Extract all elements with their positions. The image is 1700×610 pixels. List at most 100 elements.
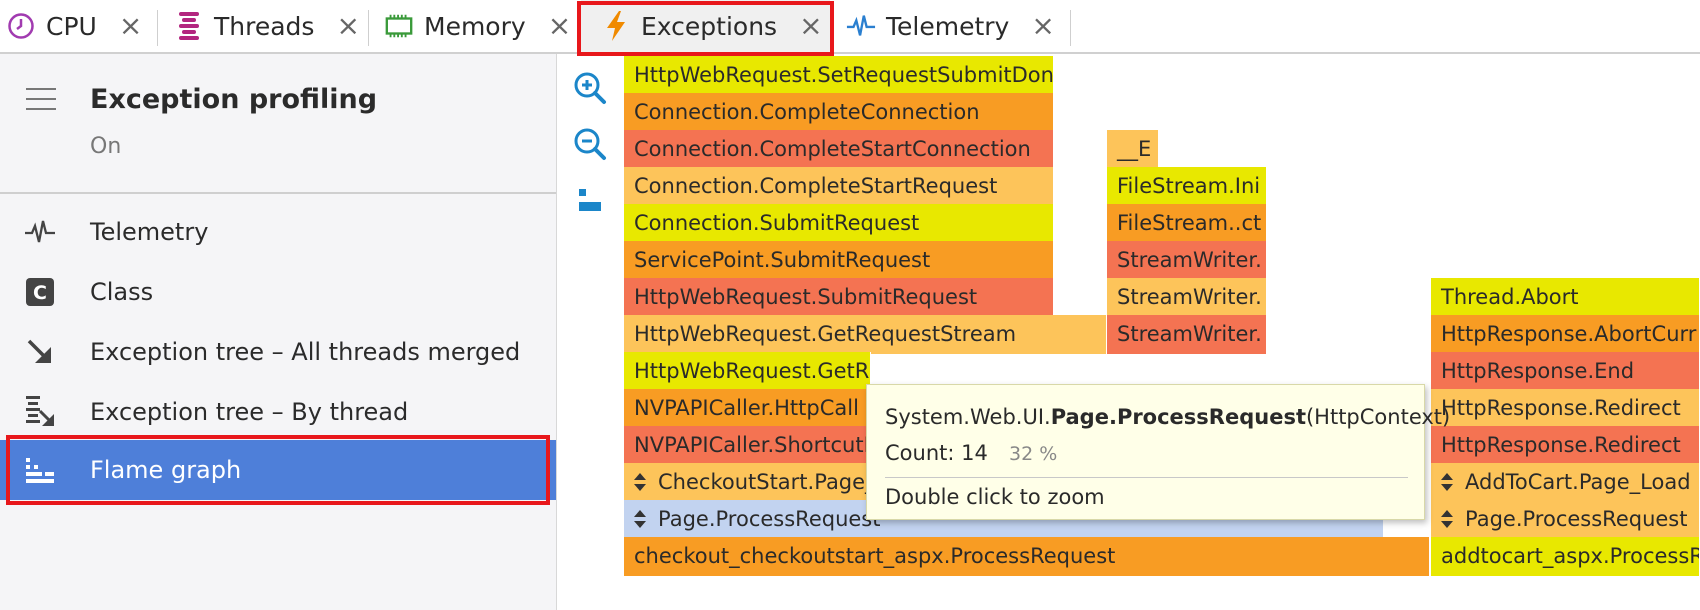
flame-frame[interactable]: __E — [1107, 130, 1159, 169]
tab-label: Telemetry — [886, 11, 1010, 41]
flame-frame-label: Connection.CompleteStartRequest — [634, 174, 998, 198]
flame-frame[interactable]: Connection.CompleteStartConnection — [624, 130, 1054, 169]
tab-threads[interactable]: Threads × — [174, 0, 360, 52]
sidebar-item-label: Telemetry — [90, 218, 209, 246]
expand-collapse-icon[interactable] — [1441, 472, 1453, 494]
flame-frame-label: StreamWriter. — [1117, 285, 1262, 309]
sidebar-item-exception-tree-merged[interactable]: Exception tree – All threads merged — [0, 322, 556, 382]
flame-tooltip: System.Web.UI.Page.ProcessRequest(HttpCo… — [866, 384, 1450, 520]
sidebar-item-label: Class — [90, 278, 154, 306]
zoom-in-icon[interactable] — [570, 68, 610, 108]
flame-frame-label: Connection.SubmitRequest — [634, 211, 920, 235]
thread-tree-icon — [22, 394, 58, 430]
pulse-icon — [22, 214, 58, 250]
flame-frame[interactable]: HttpWebRequest.SubmitRequest — [624, 278, 1054, 317]
flame-frame[interactable]: StreamWriter. — [1107, 315, 1267, 354]
tab-bar: CPU × Threads × Memory × Exceptions × Te… — [0, 0, 1700, 56]
tab-divider — [157, 10, 158, 46]
flame-frame-label: HttpResponse.End — [1441, 359, 1635, 383]
sidebar: Exception profiling On Telemetry C Class… — [0, 54, 557, 610]
tooltip-divider — [885, 477, 1408, 478]
tab-telemetry[interactable]: Telemetry × — [846, 0, 1055, 52]
flame-frame[interactable]: AddToCart.Page_Load — [1431, 463, 1700, 502]
flame-frame-label: Page.ProcessRequest — [658, 507, 881, 531]
tab-divider — [368, 10, 369, 46]
flame-frame[interactable]: Connection.SubmitRequest — [624, 204, 1054, 243]
flame-frame[interactable]: FileStream.Ini — [1107, 167, 1267, 206]
close-icon[interactable]: × — [548, 12, 571, 40]
sidebar-item-class[interactable]: C Class — [0, 262, 556, 322]
hamburger-menu-icon[interactable] — [26, 88, 56, 118]
flame-frame-label: AddToCart.Page_Load — [1465, 470, 1691, 494]
flame-frame[interactable]: HttpWebRequest.SetRequestSubmitDon — [624, 56, 1054, 95]
tab-divider — [1070, 10, 1071, 46]
flame-frame[interactable]: Thread.Abort — [1431, 278, 1700, 317]
sidebar-item-label: Exception tree – By thread — [90, 398, 409, 426]
flame-frame-label: HttpResponse.Redirect — [1441, 396, 1681, 420]
close-icon[interactable]: × — [119, 12, 142, 40]
flame-frame-label: HttpWebRequest.GetR — [634, 359, 870, 383]
class-icon: C — [22, 274, 58, 310]
flame-frame[interactable]: HttpWebRequest.GetRequestStream — [624, 315, 1107, 354]
tab-cpu[interactable]: CPU × — [6, 0, 142, 52]
page-title: Exception profiling — [90, 84, 378, 115]
selected-item-highlight — [6, 435, 550, 505]
flame-frame[interactable]: HttpResponse.AbortCurr — [1431, 315, 1700, 354]
flame-frame[interactable]: NVPAPICaller.HttpCall — [624, 389, 871, 428]
arrow-down-right-icon — [22, 334, 58, 370]
expand-collapse-icon[interactable] — [634, 509, 646, 531]
sidebar-item-label: Exception tree – All threads merged — [90, 338, 521, 366]
flame-frame[interactable]: HttpResponse.End — [1431, 352, 1700, 391]
flame-frame[interactable]: HttpWebRequest.GetR — [624, 352, 871, 391]
flame-frame[interactable]: StreamWriter. — [1107, 278, 1267, 317]
sidebar-item-exception-tree-by-thread[interactable]: Exception tree – By thread — [0, 382, 556, 442]
svg-text:C: C — [33, 282, 47, 304]
flame-frame-label: Connection.CompleteConnection — [634, 100, 980, 124]
flame-frame[interactable]: Connection.CompleteStartRequest — [624, 167, 1054, 206]
flame-frame-label: NVPAPICaller.ShortcutE — [634, 433, 871, 457]
flame-frame[interactable]: ServicePoint.SubmitRequest — [624, 241, 1054, 280]
flame-frame[interactable]: Page.ProcessRequest — [1431, 500, 1700, 539]
zoom-out-icon[interactable] — [570, 124, 610, 164]
flame-frame[interactable]: StreamWriter. — [1107, 241, 1267, 280]
flame-frame-label: StreamWriter. — [1117, 322, 1262, 346]
memory-chip-icon — [384, 11, 414, 41]
flame-frame-label: checkout_checkoutstart_aspx.ProcessReque… — [634, 544, 1116, 568]
flame-frame-label: ServicePoint.SubmitRequest — [634, 248, 931, 272]
flame-frame-label: HttpResponse.Redirect — [1441, 433, 1681, 457]
flame-frame-label: NVPAPICaller.HttpCall — [634, 396, 859, 420]
flame-frame[interactable]: NVPAPICaller.ShortcutE — [624, 426, 871, 465]
flame-frame-label: HttpWebRequest.GetRequestStream — [634, 322, 1017, 346]
close-icon[interactable]: × — [336, 12, 359, 40]
flame-frame-label: __E — [1117, 137, 1152, 161]
tab-label: CPU — [46, 11, 97, 41]
flame-frame[interactable]: HttpResponse.Redirect — [1431, 389, 1700, 428]
flame-frame-label: HttpResponse.AbortCurr — [1441, 322, 1697, 346]
tab-memory[interactable]: Memory × — [384, 0, 571, 52]
flame-frame[interactable]: checkout_checkoutstart_aspx.ProcessReque… — [624, 537, 1430, 576]
flame-frame-label: HttpWebRequest.SetRequestSubmitDon — [634, 63, 1054, 87]
clock-icon — [6, 11, 36, 41]
flame-frame[interactable]: addtocart_aspx.ProcessR — [1431, 537, 1700, 576]
flame-frame-label: FileStream..ct — [1117, 211, 1262, 235]
tooltip-namespace: System.Web.UI. — [885, 405, 1051, 429]
profiling-status: On — [90, 134, 122, 159]
flame-frame[interactable]: FileStream..ct — [1107, 204, 1267, 243]
flame-frame-label: Thread.Abort — [1441, 285, 1579, 309]
flame-frame-label: Connection.CompleteStartConnection — [634, 137, 1031, 161]
flame-frame[interactable]: Connection.CompleteConnection — [624, 93, 1054, 132]
tooltip-percent: 32 % — [1009, 443, 1058, 465]
sidebar-item-telemetry[interactable]: Telemetry — [0, 202, 556, 262]
pulse-icon — [846, 11, 876, 41]
flame-frame-label: addtocart_aspx.ProcessR — [1441, 544, 1700, 568]
flame-frame-label: HttpWebRequest.SubmitRequest — [634, 285, 978, 309]
close-icon[interactable]: × — [1031, 12, 1054, 40]
tooltip-method: Page.ProcessRequest — [1050, 405, 1306, 429]
reset-zoom-icon[interactable] — [570, 180, 610, 220]
flame-frame-label: Page.ProcessRequest — [1465, 507, 1688, 531]
expand-collapse-icon[interactable] — [1441, 509, 1453, 531]
tooltip-params: (HttpContext) — [1305, 405, 1451, 429]
threads-icon — [174, 11, 204, 41]
expand-collapse-icon[interactable] — [634, 472, 646, 494]
flame-frame[interactable]: HttpResponse.Redirect — [1431, 426, 1700, 465]
